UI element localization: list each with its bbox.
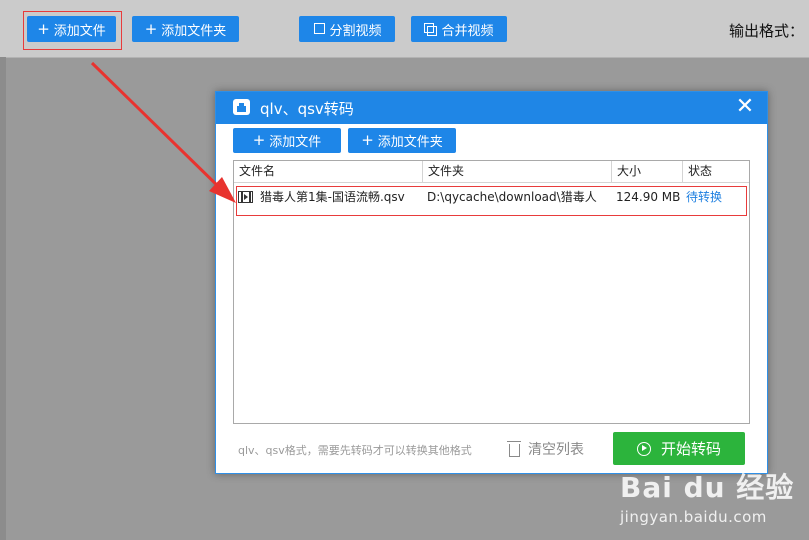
- watermark-sub: jingyan.baidu.com: [620, 508, 767, 526]
- watermark-main: Bai du 经验: [620, 471, 795, 504]
- baidu-watermark: Bai du 经验 jingyan.baidu.com: [620, 466, 794, 526]
- annotation-arrow: [90, 61, 236, 203]
